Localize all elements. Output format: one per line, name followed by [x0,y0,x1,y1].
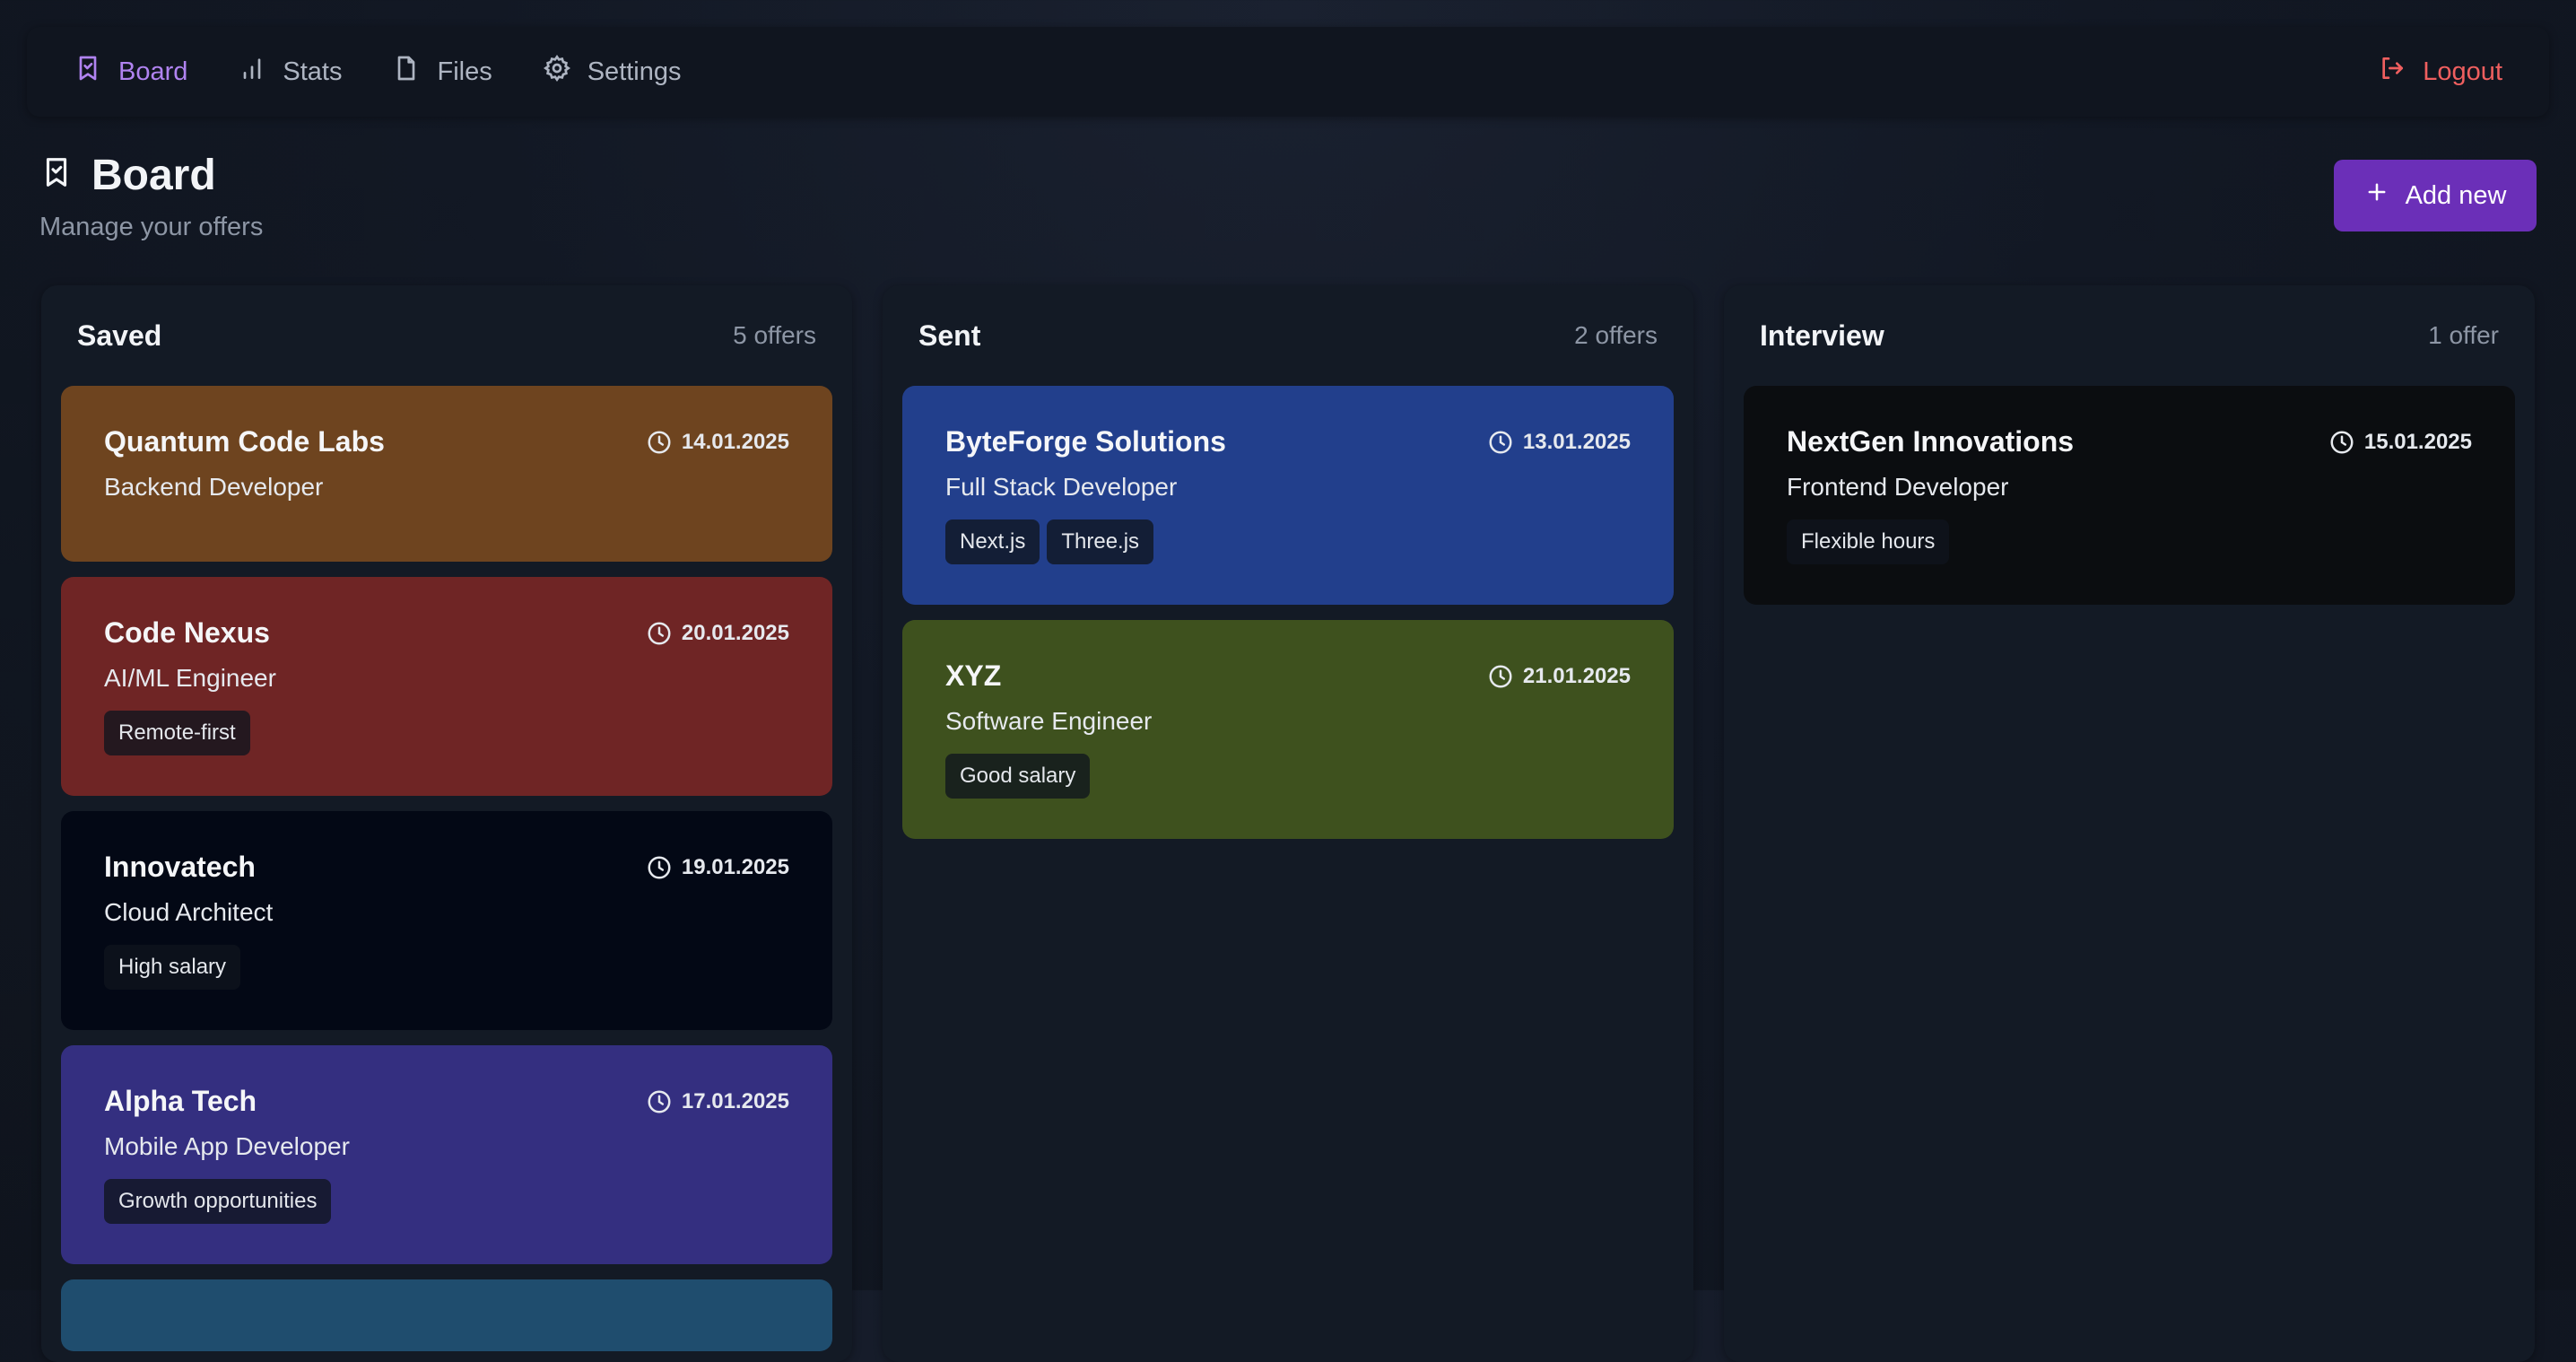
column-header: Interview 1 offer [1744,285,2515,386]
card-header: Innovatech 19.01.2025 [104,851,789,884]
tag-list: Good salary [945,754,1631,799]
tag: Three.js [1047,519,1154,564]
page-title-text: Board [91,152,216,199]
offer-card[interactable]: Alpha Tech 17.01.2025 Mobile App Developer… [61,1045,832,1264]
clock-icon [2328,429,2355,456]
column-count: 2 offers [1574,321,1658,349]
tag-list: Next.js Three.js [945,519,1631,564]
gear-icon [543,54,571,90]
date-text: 17.01.2025 [681,1088,789,1113]
column-sent: Sent 2 offers ByteForge Solutions 13.01.202… [883,285,1693,1362]
tag: Growth opportunities [104,1179,332,1224]
page-title: Board [39,151,263,200]
job-role: Frontend Developer [1787,473,2009,501]
column-header: Sent 2 offers [902,285,1674,386]
add-new-button[interactable]: Add new [2334,160,2537,231]
card-header: Quantum Code Labs 14.01.2025 [104,425,789,458]
tag-list: Flexible hours [1787,519,2472,564]
card-header: ByteForge Solutions 13.01.2025 [945,425,1631,458]
job-role: Cloud Architect [104,898,274,926]
tag: Flexible hours [1787,519,1950,564]
card-header: Alpha Tech 17.01.2025 [104,1085,789,1118]
top-navbar: Board Stats Files Settings Logout [27,27,2549,117]
date-text: 13.01.2025 [1522,429,1631,454]
nav-item-files[interactable]: Files [392,54,492,90]
job-role: Mobile App Developer [104,1132,350,1160]
company-name: NextGen Innovations [1787,425,2075,458]
bookmark-icon [74,54,102,90]
column-interview: Interview 1 offer NextGen Innovations 15.01… [1724,285,2535,1362]
nav-item-label: Files [437,57,492,86]
nav-item-label: Settings [587,57,682,86]
date-text: 15.01.2025 [2363,429,2472,454]
clock-icon [646,429,673,456]
company-name: ByteForge Solutions [945,425,1226,458]
file-icon [392,54,421,90]
card-date: 20.01.2025 [646,620,789,647]
plus-icon [2364,179,2389,212]
date-text: 19.01.2025 [681,854,789,879]
tag: High salary [104,945,241,990]
column-count: 1 offer [2428,321,2499,349]
tag-list: High salary [104,945,789,990]
bookmark-icon [39,151,74,200]
nav-item-stats[interactable]: Stats [238,54,342,90]
job-role: Backend Developer [104,473,324,501]
tag: Good salary [945,754,1091,799]
offer-card[interactable]: Quantum Code Labs 14.01.2025 Backend Devel… [61,386,832,562]
company-name: Alpha Tech [104,1085,257,1117]
company-name: Code Nexus [104,616,270,649]
offer-card[interactable]: XYZ 21.01.2025 Software Engineer Good salar… [902,620,1674,839]
column-header: Saved 5 offers [61,285,832,386]
logout-button[interactable]: Logout [2378,54,2502,90]
card-date: 19.01.2025 [646,854,789,881]
nav-item-label: Board [118,57,188,86]
card-date: 21.01.2025 [1487,663,1631,690]
clock-icon [1487,429,1514,456]
date-text: 20.01.2025 [681,620,789,645]
date-text: 14.01.2025 [681,429,789,454]
nav-item-board[interactable]: Board [74,54,187,90]
clock-icon [646,620,673,647]
card-date: 14.01.2025 [646,429,789,456]
company-name: XYZ [945,659,1002,692]
column-title: Sent [918,319,981,352]
tag: Next.js [945,519,1040,564]
nav-item-label: Stats [283,57,343,86]
job-role: Software Engineer [945,707,1153,735]
card-date: 15.01.2025 [2328,429,2472,456]
job-role: Full Stack Developer [945,473,1178,501]
tag-list: Growth opportunities [104,1179,789,1224]
column-saved: Saved 5 offers Quantum Code Labs 14.01.2025… [41,285,852,1362]
offer-card[interactable] [61,1279,832,1351]
card-header: XYZ 21.01.2025 [945,659,1631,693]
clock-icon [1487,663,1514,690]
job-role: AI/ML Engineer [104,664,276,692]
card-header: NextGen Innovations 15.01.2025 [1787,425,2472,458]
logout-label: Logout [2423,57,2502,86]
tag: Remote-first [104,711,250,755]
offer-card[interactable]: Code Nexus 20.01.2025 AI/ML Engineer Remote… [61,577,832,796]
offer-card[interactable]: ByteForge Solutions 13.01.2025 Full Stack … [902,386,1674,605]
tag-list: Remote-first [104,711,789,755]
bar-chart-icon [238,54,266,90]
card-header: Code Nexus 20.01.2025 [104,616,789,650]
card-date: 13.01.2025 [1487,429,1631,456]
column-count: 5 offers [733,321,816,349]
column-title: Saved [77,319,162,352]
nav-item-settings[interactable]: Settings [543,54,682,90]
clock-icon [646,854,673,881]
add-new-label: Add new [2405,180,2507,210]
column-title: Interview [1760,319,1884,352]
offer-card[interactable]: Innovatech 19.01.2025 Cloud Architect High … [61,811,832,1030]
company-name: Quantum Code Labs [104,425,385,458]
logout-icon [2378,54,2406,90]
page-header: Board Manage your offers [39,151,263,242]
clock-icon [646,1088,673,1115]
card-date: 17.01.2025 [646,1088,789,1115]
company-name: Innovatech [104,851,256,883]
offer-card[interactable]: NextGen Innovations 15.01.2025 Frontend De… [1744,386,2515,605]
date-text: 21.01.2025 [1522,663,1631,688]
page-subtitle: Manage your offers [39,213,264,241]
